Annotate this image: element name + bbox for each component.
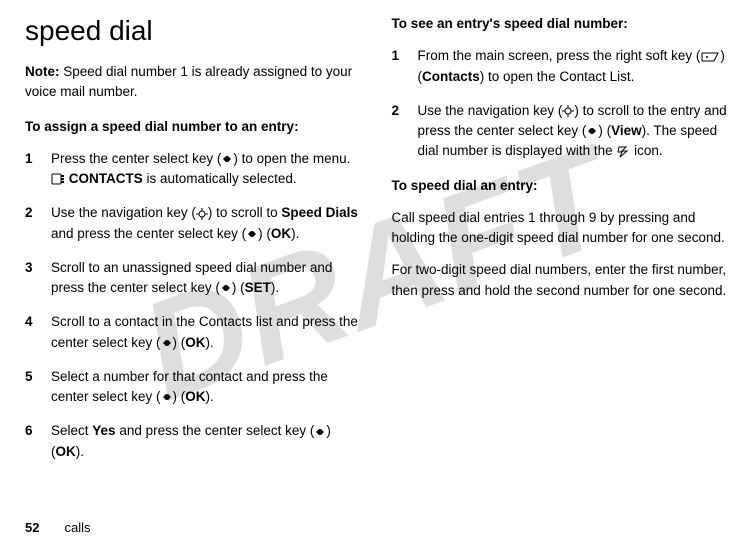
lightning-icon bbox=[616, 146, 630, 158]
step-1: 1 Press the center select key () to open… bbox=[25, 149, 362, 190]
step-text: Select a number for that contact and pre… bbox=[51, 367, 362, 408]
left-column: speed dial Note: Speed dial number 1 is … bbox=[25, 10, 362, 500]
page-number: 52 bbox=[25, 520, 39, 535]
step-number: 3 bbox=[25, 258, 39, 299]
right-soft-key-icon bbox=[700, 51, 720, 63]
contacts-label: Contacts bbox=[422, 69, 480, 84]
right-step-2: 2 Use the navigation key () to scroll to… bbox=[392, 101, 729, 162]
ok-label: OK bbox=[185, 335, 205, 350]
step-number: 1 bbox=[392, 46, 406, 87]
section-heading: speed dial bbox=[25, 10, 362, 52]
step-text: Press the center select key () to open t… bbox=[51, 149, 362, 190]
step-text: From the main screen, press the right so… bbox=[418, 46, 729, 87]
note-paragraph: Note: Speed dial number 1 is already ass… bbox=[25, 62, 362, 103]
page-content: speed dial Note: Speed dial number 1 is … bbox=[25, 10, 728, 500]
center-select-icon bbox=[161, 337, 173, 349]
center-select-icon bbox=[220, 282, 232, 294]
step-text: Use the navigation key () to scroll to S… bbox=[51, 203, 362, 244]
step-number: 2 bbox=[25, 203, 39, 244]
note-label: Note: bbox=[25, 64, 60, 79]
step-text: Scroll to an unassigned speed dial numbe… bbox=[51, 258, 362, 299]
navigation-key-icon bbox=[196, 208, 208, 220]
center-select-icon bbox=[221, 153, 233, 165]
ok-label: OK bbox=[271, 226, 291, 241]
speed-dial-entry-subheading: To speed dial an entry: bbox=[392, 176, 729, 196]
yes-label: Yes bbox=[92, 423, 115, 438]
step-number: 6 bbox=[25, 421, 39, 462]
step-text: Use the navigation key () to scroll to t… bbox=[418, 101, 729, 162]
step-4: 4 Scroll to a contact in the Contacts li… bbox=[25, 312, 362, 353]
contacts-label: CONTACTS bbox=[69, 171, 143, 186]
step-3: 3 Scroll to an unassigned speed dial num… bbox=[25, 258, 362, 299]
contacts-icon bbox=[51, 173, 65, 185]
step-number: 1 bbox=[25, 149, 39, 190]
navigation-key-icon bbox=[562, 105, 574, 117]
step-number: 4 bbox=[25, 312, 39, 353]
center-select-icon bbox=[161, 391, 173, 403]
page-footer: 52 calls bbox=[25, 520, 90, 535]
step-2: 2 Use the navigation key () to scroll to… bbox=[25, 203, 362, 244]
view-label: View bbox=[611, 123, 642, 138]
para-1: Call speed dial entries 1 through 9 by p… bbox=[392, 208, 729, 249]
step-text: Select Yes and press the center select k… bbox=[51, 421, 362, 462]
step-number: 5 bbox=[25, 367, 39, 408]
ok-label: OK bbox=[56, 444, 76, 459]
set-label: SET bbox=[245, 280, 271, 295]
step-5: 5 Select a number for that contact and p… bbox=[25, 367, 362, 408]
note-text: Speed dial number 1 is already assigned … bbox=[25, 64, 352, 99]
step-6: 6 Select Yes and press the center select… bbox=[25, 421, 362, 462]
step-text: Scroll to a contact in the Contacts list… bbox=[51, 312, 362, 353]
right-column: To see an entry's speed dial number: 1 F… bbox=[392, 10, 729, 500]
footer-label: calls bbox=[64, 520, 90, 535]
ok-label: OK bbox=[185, 389, 205, 404]
assign-subheading: To assign a speed dial number to an entr… bbox=[25, 117, 362, 137]
speed-dials-label: Speed Dials bbox=[281, 205, 358, 220]
center-select-icon bbox=[246, 228, 258, 240]
para-2: For two-digit speed dial numbers, enter … bbox=[392, 260, 729, 301]
right-step-1: 1 From the main screen, press the right … bbox=[392, 46, 729, 87]
center-select-icon bbox=[314, 426, 326, 438]
center-select-icon bbox=[586, 125, 598, 137]
step-number: 2 bbox=[392, 101, 406, 162]
see-entry-subheading: To see an entry's speed dial number: bbox=[392, 14, 729, 34]
